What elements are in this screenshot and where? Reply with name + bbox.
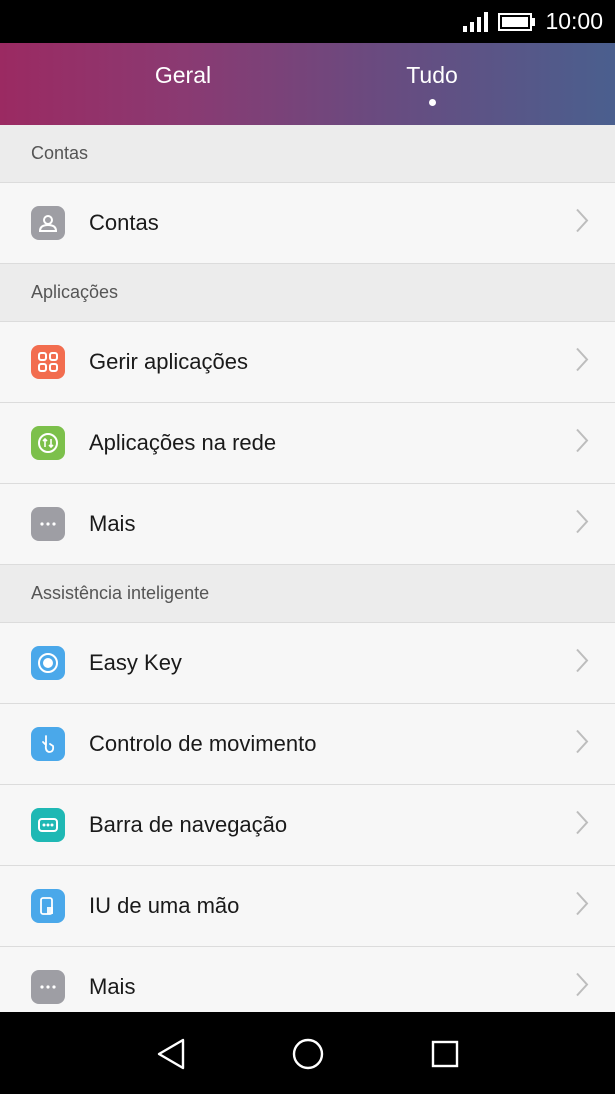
account-icon — [31, 206, 65, 240]
chevron-right-icon — [575, 648, 589, 679]
motion-control-icon — [31, 727, 65, 761]
settings-item-label: Gerir aplicações — [89, 349, 248, 374]
tab-indicator-dot — [428, 99, 436, 106]
settings-item-label: Mais — [89, 511, 136, 536]
back-icon[interactable] — [151, 1034, 191, 1074]
settings-item-label: Controlo de movimento — [89, 731, 317, 756]
settings-item-aplicacoes-na-rede[interactable]: Aplicações na rede — [0, 403, 615, 484]
chevron-right-icon — [575, 208, 589, 239]
settings-item-contas[interactable]: Contas — [0, 183, 615, 264]
chevron-right-icon — [575, 509, 589, 540]
settings-item-label: Contas — [89, 210, 159, 235]
settings-list: Contas Contas Aplicações Gerir aplicaçõe… — [0, 125, 615, 1012]
chevron-right-icon — [575, 347, 589, 378]
home-icon[interactable] — [288, 1034, 328, 1074]
section-header-aplicacoes: Aplicações — [0, 264, 615, 322]
section-header-assistencia: Assistência inteligente — [0, 565, 615, 623]
settings-item-label: Barra de navegação — [89, 812, 288, 837]
status-time: 10:00 — [545, 8, 603, 34]
settings-item-gerir-aplicacoes[interactable]: Gerir aplicações — [0, 322, 615, 403]
chevron-right-icon — [575, 428, 589, 459]
settings-item-iu-uma-mao[interactable]: IU de uma mão — [0, 866, 615, 947]
status-bar: 10:00 — [0, 0, 615, 43]
settings-item-label: Easy Key — [89, 650, 182, 675]
tab-label: Geral — [154, 62, 212, 88]
settings-item-controlo-movimento[interactable]: Controlo de movimento — [0, 704, 615, 785]
navigation-bar — [0, 1012, 615, 1094]
settings-item-label: IU de uma mão — [89, 893, 240, 918]
chevron-right-icon — [575, 891, 589, 922]
settings-item-easy-key[interactable]: Easy Key — [0, 623, 615, 704]
settings-item-mais-aplicacoes[interactable]: Mais — [0, 484, 615, 565]
network-apps-icon — [31, 426, 65, 460]
tab-label: Tudo — [406, 62, 458, 88]
tab-tudo[interactable]: Tudo — [332, 43, 532, 125]
navigation-bar-icon — [31, 808, 65, 842]
settings-item-mais-assistencia[interactable]: Mais — [0, 947, 615, 1012]
recents-icon[interactable] — [425, 1034, 465, 1074]
section-header-contas: Contas — [0, 125, 615, 183]
more-icon — [31, 970, 65, 1004]
battery-icon — [498, 12, 536, 31]
settings-item-barra-navegacao[interactable]: Barra de navegação — [0, 785, 615, 866]
settings-item-label: Aplicações na rede — [89, 430, 277, 455]
chevron-right-icon — [575, 810, 589, 841]
easy-key-icon — [31, 646, 65, 680]
chevron-right-icon — [575, 729, 589, 760]
apps-grid-icon — [31, 345, 65, 379]
one-hand-ui-icon — [31, 889, 65, 923]
settings-item-label: Mais — [89, 974, 136, 999]
tab-bar: Geral Tudo — [0, 43, 615, 125]
more-icon — [31, 507, 65, 541]
tab-geral[interactable]: Geral — [83, 43, 283, 125]
chevron-right-icon — [575, 972, 589, 1003]
signal-icon — [463, 11, 489, 32]
